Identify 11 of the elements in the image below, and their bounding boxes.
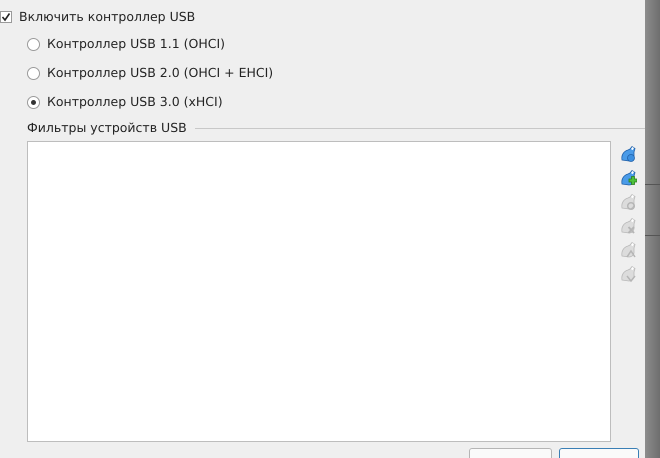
radio-label[interactable]: Контроллер USB 1.1 (OHCI): [47, 35, 226, 54]
radio-button[interactable]: [27, 96, 40, 109]
radio-label[interactable]: Контроллер USB 3.0 (xHCI): [47, 93, 223, 112]
checkbox[interactable]: [0, 11, 12, 23]
radio-button[interactable]: [27, 67, 40, 80]
checkbox-label[interactable]: Включить контроллер USB: [19, 8, 196, 26]
radio-button[interactable]: [27, 38, 40, 51]
radio-label[interactable]: Контроллер USB 2.0 (OHCI + EHCI): [47, 64, 274, 83]
group-title: Фильтры устройств USB: [27, 118, 187, 137]
usb-plug-icon[interactable]: [619, 144, 637, 162]
add-usb-icon[interactable]: [619, 168, 637, 186]
